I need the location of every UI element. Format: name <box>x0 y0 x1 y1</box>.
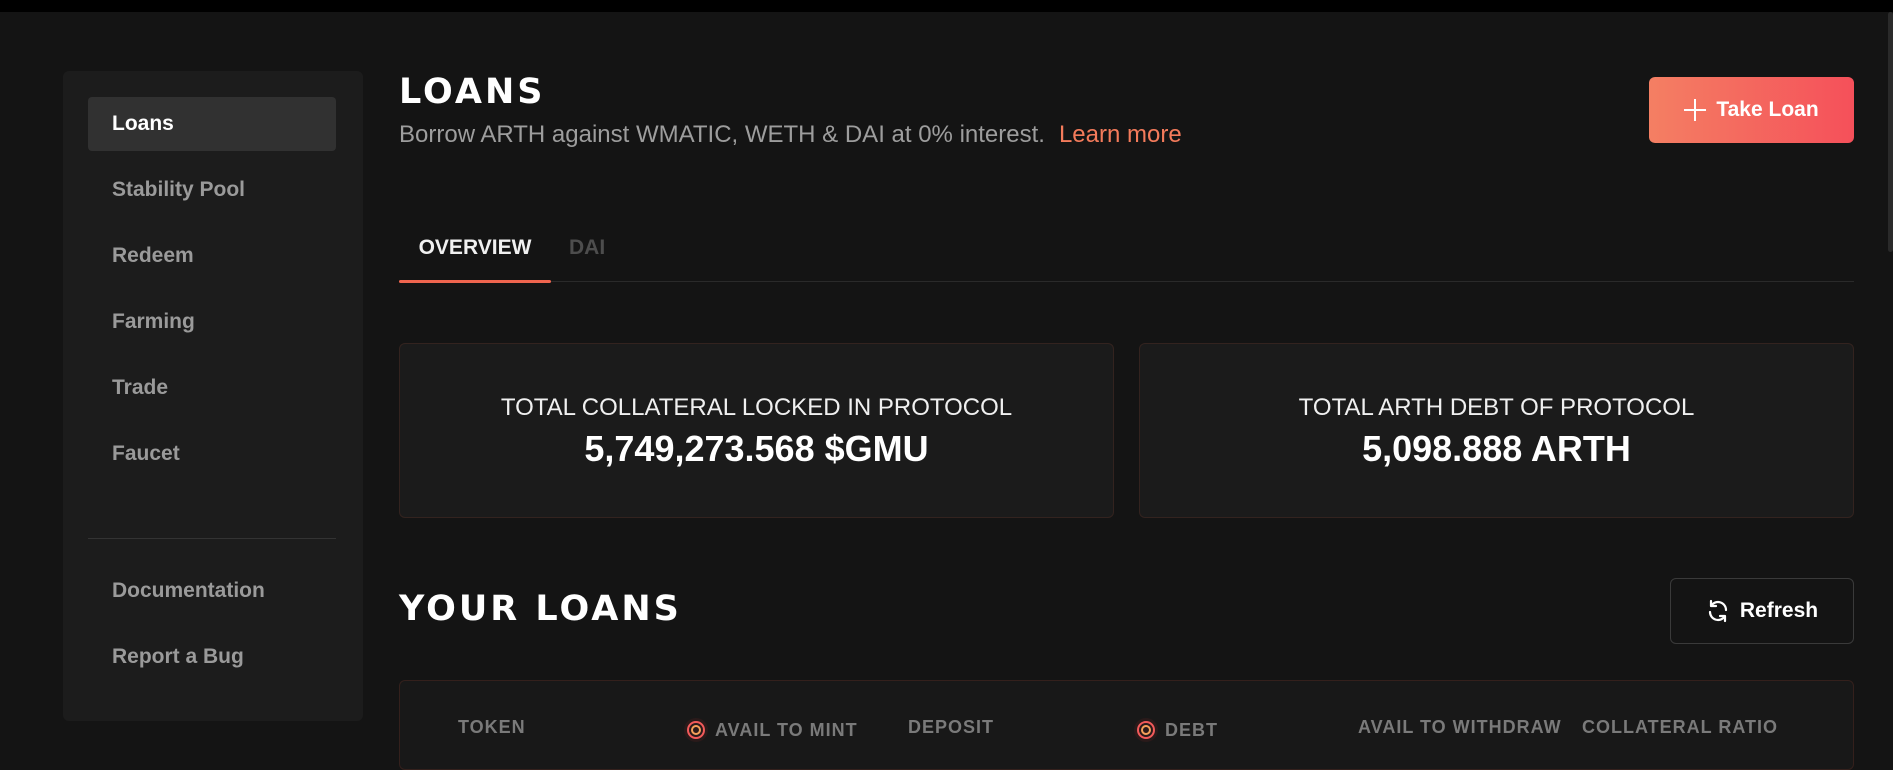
plus-icon <box>1684 99 1707 121</box>
subtitle-text: Borrow ARTH against WMATIC, WETH & DAI a… <box>399 121 1045 148</box>
sidebar-item-stability-pool[interactable]: Stability Pool <box>88 163 336 217</box>
sidebar-item-redeem[interactable]: Redeem <box>88 229 336 283</box>
column-header-deposit: DEPOSIT <box>908 717 995 737</box>
column-header-debt: DEBT <box>1133 717 1218 743</box>
debt-stat-card: TOTAL ARTH DEBT OF PROTOCOL 5,098.888 AR… <box>1139 343 1854 518</box>
column-header-token: TOKEN <box>458 717 526 737</box>
refresh-icon <box>1708 599 1727 623</box>
page-subtitle: Borrow ARTH against WMATIC, WETH & DAI a… <box>399 121 1182 149</box>
sidebar-divider <box>88 538 336 539</box>
refresh-label: Refresh <box>1739 599 1819 622</box>
sidebar-item-report-bug[interactable]: Report a Bug <box>88 630 336 684</box>
sidebar-item-loans[interactable]: Loans <box>88 97 336 151</box>
sidebar-item-documentation[interactable]: Documentation <box>88 564 336 618</box>
sidebar-item-trade[interactable]: Trade <box>88 361 336 415</box>
tab-overview[interactable]: OVERVIEW <box>399 215 551 283</box>
scrollbar-thumb[interactable] <box>1888 12 1893 252</box>
learn-more-link[interactable]: Learn more <box>1059 121 1182 148</box>
sidebar-item-faucet[interactable]: Faucet <box>88 427 336 481</box>
column-header-avail-to-mint: AVAIL TO MINT <box>683 717 858 743</box>
arth-coin-icon <box>684 718 708 742</box>
refresh-button[interactable]: Refresh <box>1670 578 1854 644</box>
take-loan-label: Take Loan <box>1716 98 1819 121</box>
take-loan-button[interactable]: Take Loan <box>1649 77 1854 143</box>
sidebar: Loans Stability Pool Redeem Farming Trad… <box>63 71 363 721</box>
debt-label: DEBT <box>1165 719 1218 740</box>
column-header-avail-to-withdraw: AVAIL TO WITHDRAW <box>1358 717 1562 737</box>
page-title: LOANS <box>399 72 546 112</box>
sidebar-item-farming[interactable]: Farming <box>88 295 336 349</box>
collateral-stat-value: 5,749,273.568 $GMU <box>584 427 929 469</box>
your-loans-title: YOUR LOANS <box>399 589 682 629</box>
tab-bar: OVERVIEW DAI <box>399 215 1854 283</box>
debt-stat-value: 5,098.888 ARTH <box>1362 427 1631 469</box>
window-top-bar <box>0 0 1893 12</box>
collateral-stat-label: TOTAL COLLATERAL LOCKED IN PROTOCOL <box>500 393 1013 421</box>
avail-to-mint-label: AVAIL TO MINT <box>715 719 858 740</box>
column-header-collateral-ratio: COLLATERAL RATIO <box>1582 717 1778 737</box>
collateral-stat-card: TOTAL COLLATERAL LOCKED IN PROTOCOL 5,74… <box>399 343 1114 518</box>
debt-stat-label: TOTAL ARTH DEBT OF PROTOCOL <box>1298 393 1695 421</box>
arth-coin-icon <box>1134 718 1158 742</box>
tab-dai[interactable]: DAI <box>569 215 605 281</box>
